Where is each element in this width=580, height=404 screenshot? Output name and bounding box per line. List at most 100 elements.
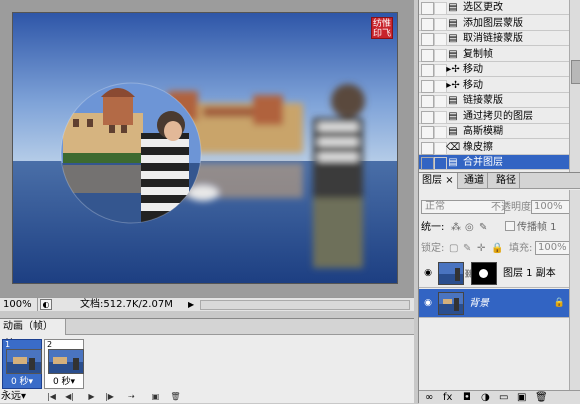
fill-field[interactable]: 100% [535,241,571,255]
history-item[interactable]: ▤ 通过拷贝的图层 [419,109,569,124]
history-checkbox[interactable] [421,95,434,108]
zoom-field[interactable]: 100% [0,298,38,311]
history-scrollbar[interactable] [569,0,580,172]
history-item[interactable]: ▤ 高斯模糊 [419,124,569,139]
layer-mask-thumbnail[interactable] [471,262,497,285]
animation-tabbar: 动画（帧） × [0,319,414,347]
visibility-eye-icon[interactable]: ◉ [422,267,434,279]
document-icon: ▤ [448,95,458,106]
layer-thumbnail [438,262,464,285]
animation-tab-label: 动画（帧） [3,321,53,332]
loop-select[interactable]: 永远▾ [0,391,38,403]
history-item-label: 通过拷贝的图层 [463,110,533,122]
history-checkbox[interactable] [421,79,434,93]
history-item[interactable]: ▤ 选区更改 [419,0,569,15]
visibility-eye-icon[interactable]: ◉ [422,297,434,309]
layers-scrollbar[interactable] [569,190,580,390]
layer-style-icon[interactable]: fx [443,392,452,403]
tab-label: 图层 [422,175,442,186]
frame-thumbnail [48,349,84,374]
frame-delay[interactable]: 0 秒▾ [3,377,41,387]
unify-label: 统一: [421,222,445,233]
frame-thumbnail [6,349,42,374]
document-info: 文档:512.7K/2.07M [80,299,173,310]
history-item[interactable]: ▸✢ 移动 [419,62,569,77]
history-item-label: 取消链接蒙版 [463,33,523,44]
layer-row-background[interactable]: ◉ 背景 🔒 [419,289,569,318]
history-checkbox[interactable] [421,126,434,139]
opacity-field[interactable]: 100% [531,200,571,214]
document-icon: ▤ [448,2,458,13]
next-frame-icon[interactable]: |▶ [104,391,115,402]
lock-image-icon[interactable]: ✎ [463,242,471,255]
previous-frame-icon[interactable]: ◀| [64,391,75,402]
history-item-label: 移动 [463,64,483,75]
history-item[interactable]: ▤ 复制帧 [419,47,569,62]
layer-name: 背景 [469,298,489,309]
document-icon: ▤ [448,126,458,137]
trash-icon[interactable]: 🗑 [535,392,548,403]
new-layer-icon[interactable]: ▣ [517,392,526,403]
history-checkbox[interactable] [421,64,434,77]
history-item[interactable]: ▤ 取消链接蒙版 [419,31,569,46]
watermark-seal: 纺惟 印飞 [371,17,393,39]
tab-paths[interactable]: 路径 [493,173,520,189]
link-layers-icon[interactable]: ∞ [425,392,433,403]
history-checkbox[interactable] [421,141,434,155]
layer-row-copy[interactable]: ◉ ⛓ 图层 1 副本 [419,259,569,288]
animation-frame-1[interactable]: 1 0 秒▾ [2,339,42,389]
layer-name: 图层 1 副本 [503,268,556,279]
tween-icon[interactable]: ⇢ [126,391,137,402]
frame-delay[interactable]: 0 秒▾ [45,377,83,387]
history-item[interactable]: ▤ 合并图层 [419,155,569,170]
add-mask-icon[interactable]: ◘ [463,392,471,403]
tab-label: 通道 [464,175,484,186]
history-checkbox[interactable] [421,157,434,170]
tab-channels[interactable]: 通道 [461,173,488,189]
history-item[interactable]: ▸✢ 移动 [419,78,569,93]
history-item-label: 合并图层 [463,157,503,168]
history-item-label: 移动 [463,79,483,91]
animation-frame-2[interactable]: 2 0 秒▾ [44,339,84,389]
layers-tabbar: 图层 × 通道 路径 [419,173,580,189]
trash-icon[interactable]: 🗑 [170,391,181,402]
animation-panel: 动画（帧） × 1 0 秒▾ 2 0 秒▾ 永远▾ |◀ ◀| ▶ |▶ ⇢ ▣… [0,318,414,403]
history-item[interactable]: ▤ 链接蒙版 [419,93,569,108]
lock-transparency-icon[interactable]: ▢ [449,242,458,255]
history-checkbox[interactable] [421,33,434,46]
history-item[interactable]: ⌫ 橡皮擦 [419,140,569,155]
history-checkbox[interactable] [421,17,434,31]
document-image[interactable]: 纺惟 印飞 [12,12,398,284]
history-checkbox[interactable] [421,48,434,62]
status-menu-arrow-icon[interactable]: ▶ [188,298,194,311]
new-group-icon[interactable]: ▭ [499,392,508,403]
animation-toolbar: 永远▾ |◀ ◀| ▶ |▶ ⇢ ▣ 🗑 [0,391,414,404]
history-item[interactable]: ▤ 添加图层蒙版 [419,16,569,31]
history-item-label: 选区更改 [463,2,503,13]
duplicate-frame-icon[interactable]: ▣ [150,391,161,402]
horizontal-scrollbar[interactable] [200,300,410,310]
propagate-checkbox[interactable] [505,221,515,231]
loop-value: 永远 [1,391,21,402]
lock-all-icon[interactable]: 🔒 [491,242,503,255]
tab-layers[interactable]: 图层 × [419,173,458,189]
unify-visibility-icon[interactable]: ◎ [465,221,474,234]
history-checkbox[interactable] [421,2,434,15]
move-icon: ▸✢ [446,64,460,75]
status-info-icon[interactable]: ◐ [40,299,52,310]
unify-style-icon[interactable]: ✎ [479,221,487,234]
tab-animation-frames[interactable]: 动画（帧） × [0,319,66,347]
first-frame-icon[interactable]: |◀ [46,391,57,402]
adjustment-layer-icon[interactable]: ◑ [481,392,490,403]
history-checkbox[interactable] [421,110,434,124]
lock-position-icon[interactable]: ✛ [477,242,485,255]
scrollbar-thumb[interactable] [571,60,580,84]
lock-icon: 🔒 [553,298,565,308]
document-canvas-area: 纺惟 印飞 [0,0,414,297]
unify-position-icon[interactable]: ⁂ [451,221,461,234]
status-bar: 100% ◐ 文档:512.7K/2.07M ▶ [0,297,414,311]
close-icon[interactable]: × [445,175,453,186]
play-icon[interactable]: ▶ [86,391,97,402]
document-icon: ▤ [448,110,458,122]
document-icon: ▤ [448,48,458,60]
